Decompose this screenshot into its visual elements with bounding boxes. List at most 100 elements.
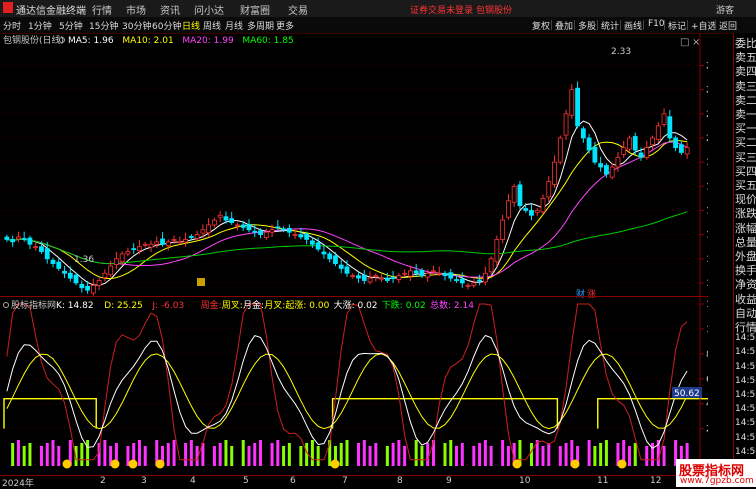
candle-body bbox=[523, 208, 529, 211]
toolbar-btn-mark[interactable]: 标记 bbox=[668, 19, 686, 32]
period-tab-daily[interactable]: 日线 bbox=[182, 19, 200, 32]
guest-label[interactable]: 游客 bbox=[716, 3, 734, 16]
period-tab-monthly[interactable]: 月线 bbox=[225, 19, 243, 32]
candle-body bbox=[206, 224, 212, 234]
watermark-url: www.7gpzb.com bbox=[680, 476, 754, 486]
candle-body bbox=[281, 228, 286, 231]
signal-bar bbox=[305, 443, 309, 466]
toolbar-btn-f10[interactable]: F10 bbox=[648, 19, 665, 29]
candle-body bbox=[304, 233, 310, 240]
chart-settings-icon[interactable]: □ bbox=[680, 37, 689, 48]
candle-body bbox=[315, 242, 321, 250]
period-tab-30min[interactable]: 30分钟 bbox=[122, 19, 151, 32]
indicator-chart[interactable]: 120.00 100.00 80.00 60.00 40.00 20.00 股标指标网K:… bbox=[0, 298, 708, 475]
menu-item-wealth[interactable]: 财富圈 bbox=[240, 2, 270, 17]
period-toolbar: 分时 1分钟 5分钟 15分钟 30分钟 60分钟 日线 周线 月线 多周期 更… bbox=[0, 17, 756, 34]
candle-body bbox=[102, 272, 108, 279]
period-tab-multi[interactable]: 多周期 bbox=[247, 19, 274, 32]
candle-body bbox=[367, 277, 373, 283]
kdj-lines bbox=[6, 303, 688, 461]
toolbar-btn-fuquan[interactable]: 复权 bbox=[532, 19, 550, 32]
menu-item-ask[interactable]: 问小达 bbox=[194, 2, 224, 17]
candle-body bbox=[529, 210, 534, 216]
period-tab-weekly[interactable]: 周线 bbox=[203, 19, 221, 32]
candle-body bbox=[269, 229, 275, 233]
toolbar-btn-add-favorite[interactable]: +自选 bbox=[691, 19, 717, 32]
candle-body bbox=[396, 275, 402, 280]
candle-body bbox=[90, 284, 96, 294]
candle-body bbox=[21, 238, 27, 240]
chart-close-icon[interactable]: × bbox=[692, 37, 700, 48]
toolbar-btn-stats[interactable]: 统计 bbox=[601, 19, 619, 32]
d-line bbox=[6, 353, 688, 430]
app-logo-icon bbox=[3, 2, 13, 13]
signal-bar bbox=[385, 446, 389, 466]
candle-body bbox=[4, 236, 10, 240]
candle-body bbox=[10, 239, 16, 243]
toolbar-separator bbox=[620, 20, 621, 30]
candle-body bbox=[494, 239, 500, 263]
candle-body bbox=[85, 285, 90, 291]
signal-bar bbox=[541, 446, 545, 466]
signal-bar bbox=[443, 443, 447, 466]
signal-bar bbox=[184, 443, 188, 466]
candle-body bbox=[183, 239, 188, 243]
indicator-tick-label: 80.00 bbox=[706, 350, 708, 360]
candle-body bbox=[212, 219, 217, 226]
menu-item-news[interactable]: 资讯 bbox=[160, 2, 180, 17]
signal-bar bbox=[478, 443, 482, 466]
candle-body bbox=[661, 113, 667, 125]
menu-item-trade[interactable]: 交易 bbox=[288, 2, 308, 17]
candle-body bbox=[223, 216, 229, 221]
price-axis: 2.30 2.20 2.10 2.00 1.90 1.80 1.70 1.60 1.50 1.40 bbox=[700, 61, 708, 289]
ma-legend-item: MA20: 1.99 bbox=[182, 36, 234, 46]
candle-body bbox=[361, 274, 367, 281]
legend-toggle-icon[interactable] bbox=[3, 302, 9, 308]
candle-body bbox=[292, 234, 298, 237]
candle-body bbox=[338, 264, 344, 269]
toolbar-separator bbox=[574, 20, 575, 30]
period-tab-more[interactable]: 更多 bbox=[276, 19, 294, 32]
candle-body bbox=[373, 275, 379, 278]
period-tab-timeshare[interactable]: 分时 bbox=[3, 19, 21, 32]
candle-body bbox=[62, 270, 67, 274]
month-label: 11 bbox=[597, 476, 609, 486]
signal-bar bbox=[143, 446, 147, 466]
toolbar-btn-overlay[interactable]: 叠加 bbox=[555, 19, 573, 32]
menu-item-market[interactable]: 市场 bbox=[126, 2, 146, 17]
toolbar-btn-multistock[interactable]: 多股 bbox=[578, 19, 596, 32]
menu-item-quotes[interactable]: 行情 bbox=[92, 2, 112, 17]
signal-bar bbox=[627, 446, 631, 466]
quote-panel-label: 14:56 bbox=[735, 361, 756, 372]
candle-body bbox=[96, 280, 102, 286]
period-tab-1min[interactable]: 1分钟 bbox=[28, 19, 52, 32]
login-notice[interactable]: 证券交易未登录 bbox=[410, 3, 473, 16]
month-label: 5 bbox=[243, 476, 249, 486]
high-price-label: 2.33 bbox=[611, 47, 631, 57]
toolbar-btn-draw[interactable]: 画线 bbox=[624, 19, 642, 32]
quote-panel-label: 14:56 bbox=[735, 375, 756, 386]
candlestick-chart[interactable]: 2.30 2.20 2.10 2.00 1.90 1.80 1.70 1.60 1.50 1.40… bbox=[0, 33, 708, 300]
toolbar-separator bbox=[551, 20, 552, 30]
indicator-legend-item: 总数: 2.14 bbox=[430, 299, 474, 311]
indicator-tick-label: 20.00 bbox=[706, 425, 708, 435]
indicator-tick-label: 60.00 bbox=[706, 375, 708, 385]
period-tab-5min[interactable]: 5分钟 bbox=[59, 19, 83, 32]
candle-body bbox=[114, 258, 119, 265]
signal-bar bbox=[633, 443, 637, 466]
candle-body bbox=[50, 259, 56, 264]
quote-panel-label: 14:56 bbox=[735, 432, 756, 443]
indicator-legend-item: J: -6.03 bbox=[151, 301, 184, 311]
toolbar-btn-back[interactable]: 返回 bbox=[719, 19, 737, 32]
period-tab-15min[interactable]: 15分钟 bbox=[89, 19, 118, 32]
candle-body bbox=[419, 269, 425, 277]
candle-body bbox=[650, 137, 655, 146]
event-marker-icon[interactable] bbox=[197, 278, 205, 286]
candle-body bbox=[39, 246, 44, 252]
price-tick-label: 1.70 bbox=[706, 206, 708, 216]
title-bar: 通达信金融终端 行情 市场 资讯 问小达 财富圈 交易 证券交易未登录 包钢股份… bbox=[0, 0, 756, 18]
signal-bar bbox=[645, 446, 649, 466]
period-tab-60min[interactable]: 60分钟 bbox=[152, 19, 181, 32]
signal-bar bbox=[11, 443, 15, 466]
price-tick-label: 1.90 bbox=[706, 158, 708, 168]
